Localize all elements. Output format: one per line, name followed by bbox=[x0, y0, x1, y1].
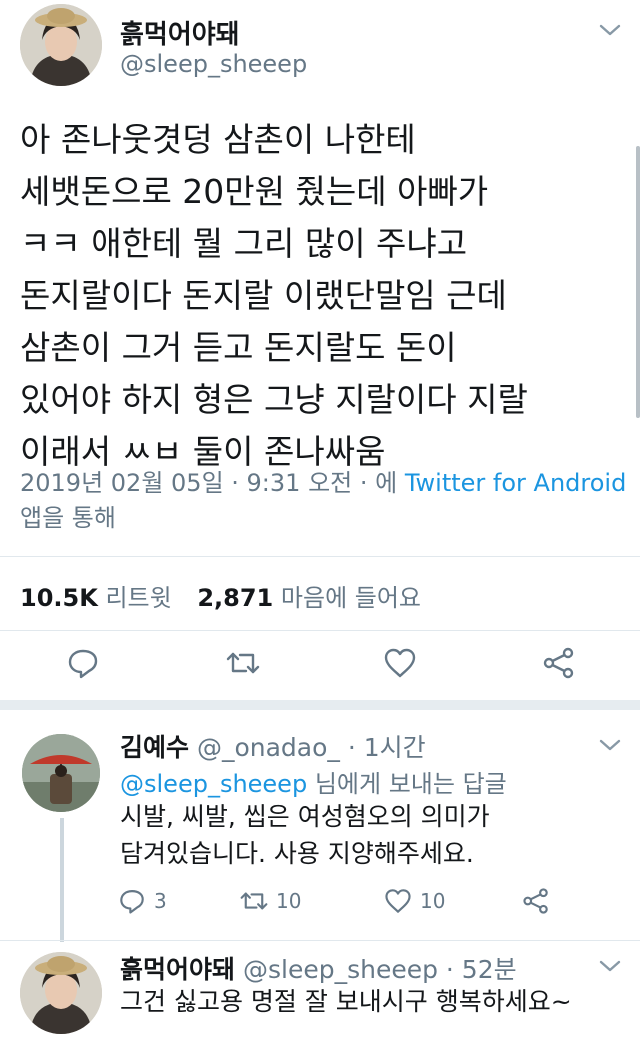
source-suffix: 앱을 통해 bbox=[20, 504, 116, 532]
reply-time[interactable]: · 52분 bbox=[446, 955, 517, 984]
share-icon bbox=[523, 888, 548, 914]
retweet-label[interactable]: 리트윗 bbox=[105, 584, 171, 612]
divider bbox=[0, 630, 640, 631]
handle[interactable]: @_onadao_ bbox=[197, 733, 340, 762]
reply-header: 흙먹어야돼 @sleep_sheeep · 52분 bbox=[120, 950, 517, 986]
reply-text: 그건 싫고용 명절 잘 보내시구 행복하세요~ bbox=[120, 987, 572, 1016]
tweet-text-line: 있어야 하지 형은 그냥 지랄이다 지랄 bbox=[20, 380, 528, 419]
reply-text-line: 담겨있습니다. 사용 지양해주세요. bbox=[120, 839, 474, 868]
handle[interactable]: @sleep_sheeep bbox=[243, 955, 438, 984]
scrollbar[interactable] bbox=[636, 146, 640, 418]
reply-button[interactable]: 3 bbox=[118, 886, 167, 916]
avatar[interactable] bbox=[20, 952, 102, 1034]
share-icon[interactable] bbox=[542, 646, 576, 680]
chevron-down-icon[interactable] bbox=[598, 22, 622, 38]
display-name[interactable]: 흙먹어야돼 bbox=[120, 955, 235, 984]
share-button[interactable] bbox=[522, 886, 550, 916]
tweet-text-line: 아 존나웃겻덩 삼촌이 나한테 bbox=[20, 120, 416, 159]
replying-to-label: 님에게 보내는 답글 bbox=[314, 770, 507, 798]
thread-line bbox=[60, 818, 64, 942]
section-separator bbox=[0, 700, 640, 710]
reply-action-bar: 3 10 10 bbox=[118, 886, 558, 916]
like-label[interactable]: 마음에 들어요 bbox=[281, 584, 421, 612]
reply-text: 시발, 씨발, 씹은 여성혐오의 의미가 담겨있습니다. 사용 지양해주세요. bbox=[120, 798, 490, 872]
retweet-icon bbox=[240, 892, 268, 910]
display-name[interactable]: 김예수 bbox=[120, 733, 189, 762]
divider bbox=[0, 556, 640, 557]
source-link[interactable]: Twitter for Android bbox=[405, 469, 626, 497]
tweet-text-line: ㅋㅋ 애한테 뭘 그리 많이 주냐고 bbox=[20, 224, 468, 263]
reply-icon bbox=[120, 890, 144, 914]
avatar[interactable] bbox=[22, 734, 100, 812]
retweet-count[interactable]: 10.5K bbox=[20, 584, 98, 612]
heart-icon bbox=[385, 889, 411, 913]
tweet-text-line: 돈지랄이다 돈지랄 이랬단말임 근데 bbox=[20, 276, 507, 315]
replying-to-handle[interactable]: @sleep_sheeep bbox=[120, 770, 307, 798]
tweet-text-line: 삼촌이 그거 듣고 돈지랄도 돈이 bbox=[20, 328, 457, 367]
reply-icon[interactable] bbox=[66, 646, 100, 680]
tweet-text: 아 존나웃겻덩 삼촌이 나한테 세뱃돈으로 20만원 줬는데 아빠가 ㅋㅋ 애한… bbox=[20, 114, 620, 478]
like-count: 10 bbox=[420, 889, 446, 913]
tweet-stats: 10.5K 리트윗 2,871 마음에 들어요 bbox=[20, 578, 439, 613]
timestamp[interactable]: 2019년 02월 05일 · 9:31 오전 · 에 bbox=[20, 469, 397, 497]
tweet-meta: 2019년 02월 05일 · 9:31 오전 · 에 Twitter for … bbox=[20, 466, 626, 536]
like-button[interactable]: 10 bbox=[384, 886, 445, 916]
reply-text-line: 시발, 씨발, 씹은 여성혐오의 의미가 bbox=[120, 802, 490, 831]
retweet-button[interactable]: 10 bbox=[240, 886, 301, 916]
reply-time[interactable]: · 1시간 bbox=[348, 733, 426, 762]
reply-count: 3 bbox=[154, 889, 167, 913]
tweet-text-line: 세뱃돈으로 20만원 줬는데 아빠가 bbox=[20, 172, 489, 211]
replying-to: @sleep_sheeep 님에게 보내는 답글 bbox=[120, 764, 507, 799]
display-name[interactable]: 흙먹어야돼 bbox=[120, 14, 240, 51]
chevron-down-icon[interactable] bbox=[598, 737, 622, 753]
reply-header: 김예수 @_onadao_ · 1시간 bbox=[120, 728, 426, 764]
chevron-down-icon[interactable] bbox=[598, 958, 622, 974]
heart-icon[interactable] bbox=[383, 646, 417, 680]
handle[interactable]: @sleep_sheeep bbox=[120, 50, 307, 78]
divider bbox=[0, 940, 640, 941]
like-count[interactable]: 2,871 bbox=[197, 584, 273, 612]
retweet-icon[interactable] bbox=[226, 646, 260, 680]
retweet-count: 10 bbox=[276, 889, 302, 913]
avatar[interactable] bbox=[20, 4, 102, 86]
